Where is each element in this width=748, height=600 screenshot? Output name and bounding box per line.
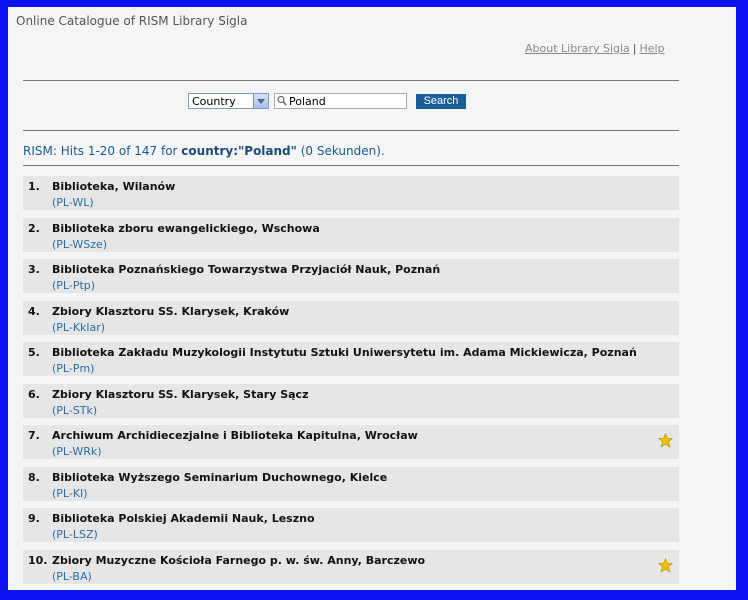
siglum-link[interactable]: (PL-WL) [52, 196, 94, 209]
library-name: Biblioteka Wyższego Seminarium Duchowneg… [52, 470, 388, 484]
library-name: Biblioteka Poznańskiego Towarzystwa Przy… [52, 263, 441, 276]
summary-query: country:"Poland" [181, 144, 297, 158]
result-number: 10. [28, 553, 48, 567]
library-name: Biblioteka Zakładu Muzykologii Instytutu… [52, 346, 637, 359]
siglum-link[interactable]: (PL-Kklar) [52, 321, 105, 334]
page-title: Online Catalogue of RISM Library Sigla [16, 14, 248, 28]
siglum-link[interactable]: (PL-WRk) [52, 445, 102, 458]
result-number: 5. [28, 346, 40, 359]
star-icon[interactable] [658, 433, 673, 448]
library-name: Biblioteka, Wilanów [52, 180, 176, 193]
result-row: 1. Biblioteka, Wilanów (PL-WL) [23, 176, 679, 210]
result-row: 8. Biblioteka Wyższego Seminarium Duchown… [23, 466, 679, 501]
field-select[interactable]: Country [188, 93, 269, 109]
results-summary: RISM: Hits 1-20 of 147 for country:"Pola… [23, 144, 385, 158]
result-number: 3. [28, 263, 40, 276]
about-link[interactable]: About Library Sigla [525, 42, 630, 55]
siglum-link[interactable]: (PL-Pm) [52, 362, 94, 375]
library-name: Zbiory Muzyczne Kościoła Farnego p. w. ś… [52, 553, 426, 567]
search-input[interactable]: Poland [274, 93, 407, 109]
divider-middle [23, 130, 679, 131]
help-link[interactable]: Help [640, 42, 665, 55]
summary-prefix: RISM: Hits 1-20 of 147 for [23, 144, 182, 158]
result-row: 3. Biblioteka Poznańskiego Towarzystwa Pr… [23, 259, 679, 293]
search-query: Poland [289, 95, 326, 108]
result-row: 10. Zbiory Muzyczne Kościoła Farnego p. w… [23, 549, 679, 584]
result-number: 8. [28, 470, 40, 484]
result-number: 1. [28, 180, 40, 193]
result-row: 6. Zbiory Klasztoru SS. Klarysek, Stary S… [23, 383, 679, 418]
result-row: 2. Biblioteka zboru ewangelickiego, Wscho… [23, 217, 679, 252]
siglum-link[interactable]: (PL-Ptp) [52, 279, 95, 292]
divider-bottom [23, 165, 679, 166]
siglum-link[interactable]: (PL-WSze) [52, 238, 107, 251]
link-separator: | [632, 42, 637, 55]
field-select-value: Country [192, 95, 236, 108]
result-number: 6. [28, 387, 40, 401]
library-name: Biblioteka Polskiej Akademii Nauk, Leszn… [52, 512, 315, 525]
page-frame: Online Catalogue of RISM Library Sigla A… [8, 7, 736, 590]
siglum-link[interactable]: (PL-KI) [52, 487, 88, 500]
library-name: Zbiory Klasztoru SS. Klarysek, Kraków [52, 304, 290, 318]
result-row: 7. Archiwum Archidiecezjalne i Biblioteka… [23, 425, 679, 459]
siglum-link[interactable]: (PL-LSZ) [52, 528, 98, 541]
results-list: 1. Biblioteka, Wilanów (PL-WL) 2. Biblioteka… [23, 176, 679, 590]
magnifier-icon [277, 95, 287, 106]
library-name: Archiwum Archidiecezjalne i Biblioteka K… [52, 429, 418, 442]
result-number: 9. [28, 512, 40, 525]
top-links: About Library Sigla | Help [525, 42, 665, 55]
search-button[interactable]: Search [416, 94, 466, 109]
chevron-down-icon[interactable] [253, 94, 268, 108]
result-row: 5. Biblioteka Zakładu Muzykologii Instytu… [23, 342, 679, 376]
result-number: 7. [28, 429, 40, 442]
siglum-link[interactable]: (PL-STk) [52, 404, 97, 417]
result-row: 9. Biblioteka Polskiej Akademii Nauk, Les… [23, 508, 679, 542]
siglum-link[interactable]: (PL-BA) [52, 570, 92, 583]
result-number: 4. [28, 304, 40, 318]
result-row: 4. Zbiory Klasztoru SS. Klarysek, Kraków (… [23, 300, 679, 335]
library-name: Zbiory Klasztoru SS. Klarysek, Stary Sąc… [52, 387, 309, 401]
summary-suffix: (0 Sekunden). [296, 144, 385, 158]
library-name: Biblioteka zboru ewangelickiego, Wschowa [52, 221, 320, 235]
result-number: 2. [28, 221, 40, 235]
divider-top [23, 80, 679, 81]
star-icon[interactable] [658, 557, 673, 573]
